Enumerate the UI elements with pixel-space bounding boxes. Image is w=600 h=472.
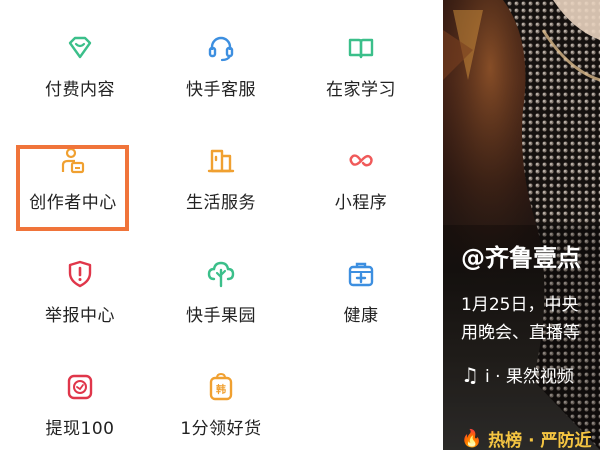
diamond-icon <box>65 33 95 63</box>
headset-icon <box>206 33 236 63</box>
menu-item-customer-service[interactable]: 快手客服 <box>156 33 286 133</box>
music-row[interactable]: ♫ i · 果然视频 <box>461 362 574 388</box>
music-note-icon: ♫ <box>461 362 479 387</box>
video-author[interactable]: @齐鲁壹点 <box>461 238 581 273</box>
video-panel[interactable]: @齐鲁壹点 1月25日，中央 用晚会、直播等 ♫ i · 果然视频 🔥 热榜 ·… <box>443 0 600 450</box>
svg-text:韩: 韩 <box>216 383 226 396</box>
medkit-icon <box>346 259 376 289</box>
shop-icon <box>206 146 236 176</box>
menu-item-label: 1分领好货 <box>180 419 262 439</box>
menu-item-label: 快手果园 <box>186 306 256 326</box>
cash-icon <box>65 372 95 402</box>
menu-item-label: 付费内容 <box>45 80 115 100</box>
menu-item-label: 在家学习 <box>326 80 396 100</box>
creator-icon <box>58 146 88 176</box>
menu-item-label: 生活服务 <box>186 193 256 213</box>
menu-item-one-cent-deals[interactable]: 韩 1分领好货 <box>156 372 286 472</box>
menu-item-orchard[interactable]: 快手果园 <box>156 259 286 359</box>
menu-item-report-center[interactable]: 举报中心 <box>15 259 145 359</box>
shield-alert-icon <box>65 259 95 289</box>
menu-item-life-services[interactable]: 生活服务 <box>156 146 286 246</box>
music-label: i · 果然视频 <box>484 367 574 387</box>
menu-item-label: 创作者中心 <box>29 193 117 213</box>
menu-item-creator-center[interactable]: 创作者中心 <box>8 146 138 246</box>
book-icon <box>346 33 376 63</box>
menu-item-label: 小程序 <box>334 193 388 213</box>
gift-bag-icon: 韩 <box>206 372 236 402</box>
menu-panel: 付费内容 快手客服 在家学习 创作者中心 生活服务 小程序 举报中心 快手果园 … <box>0 0 443 450</box>
menu-item-label: 快手客服 <box>186 80 256 100</box>
hot-list-row[interactable]: 🔥 热榜 · 严防近 <box>461 426 592 451</box>
hot-list-label: 热榜 · 严防近 <box>488 431 592 450</box>
tree-icon <box>206 259 236 289</box>
menu-item-health[interactable]: 健康 <box>296 259 426 359</box>
menu-item-label: 举报中心 <box>45 306 115 326</box>
flame-icon: 🔥 <box>461 428 483 449</box>
infinity-icon <box>346 146 376 176</box>
menu-item-mini-programs[interactable]: 小程序 <box>296 146 426 246</box>
video-description-line: 用晚会、直播等 <box>461 323 580 343</box>
video-description-line: 1月25日，中央 <box>461 295 579 315</box>
menu-item-study-at-home[interactable]: 在家学习 <box>296 33 426 133</box>
menu-item-paid-content[interactable]: 付费内容 <box>15 33 145 133</box>
menu-item-label: 健康 <box>343 306 379 326</box>
menu-item-withdraw[interactable]: 提现100 <box>15 372 145 472</box>
menu-item-label: 提现100 <box>45 419 115 439</box>
